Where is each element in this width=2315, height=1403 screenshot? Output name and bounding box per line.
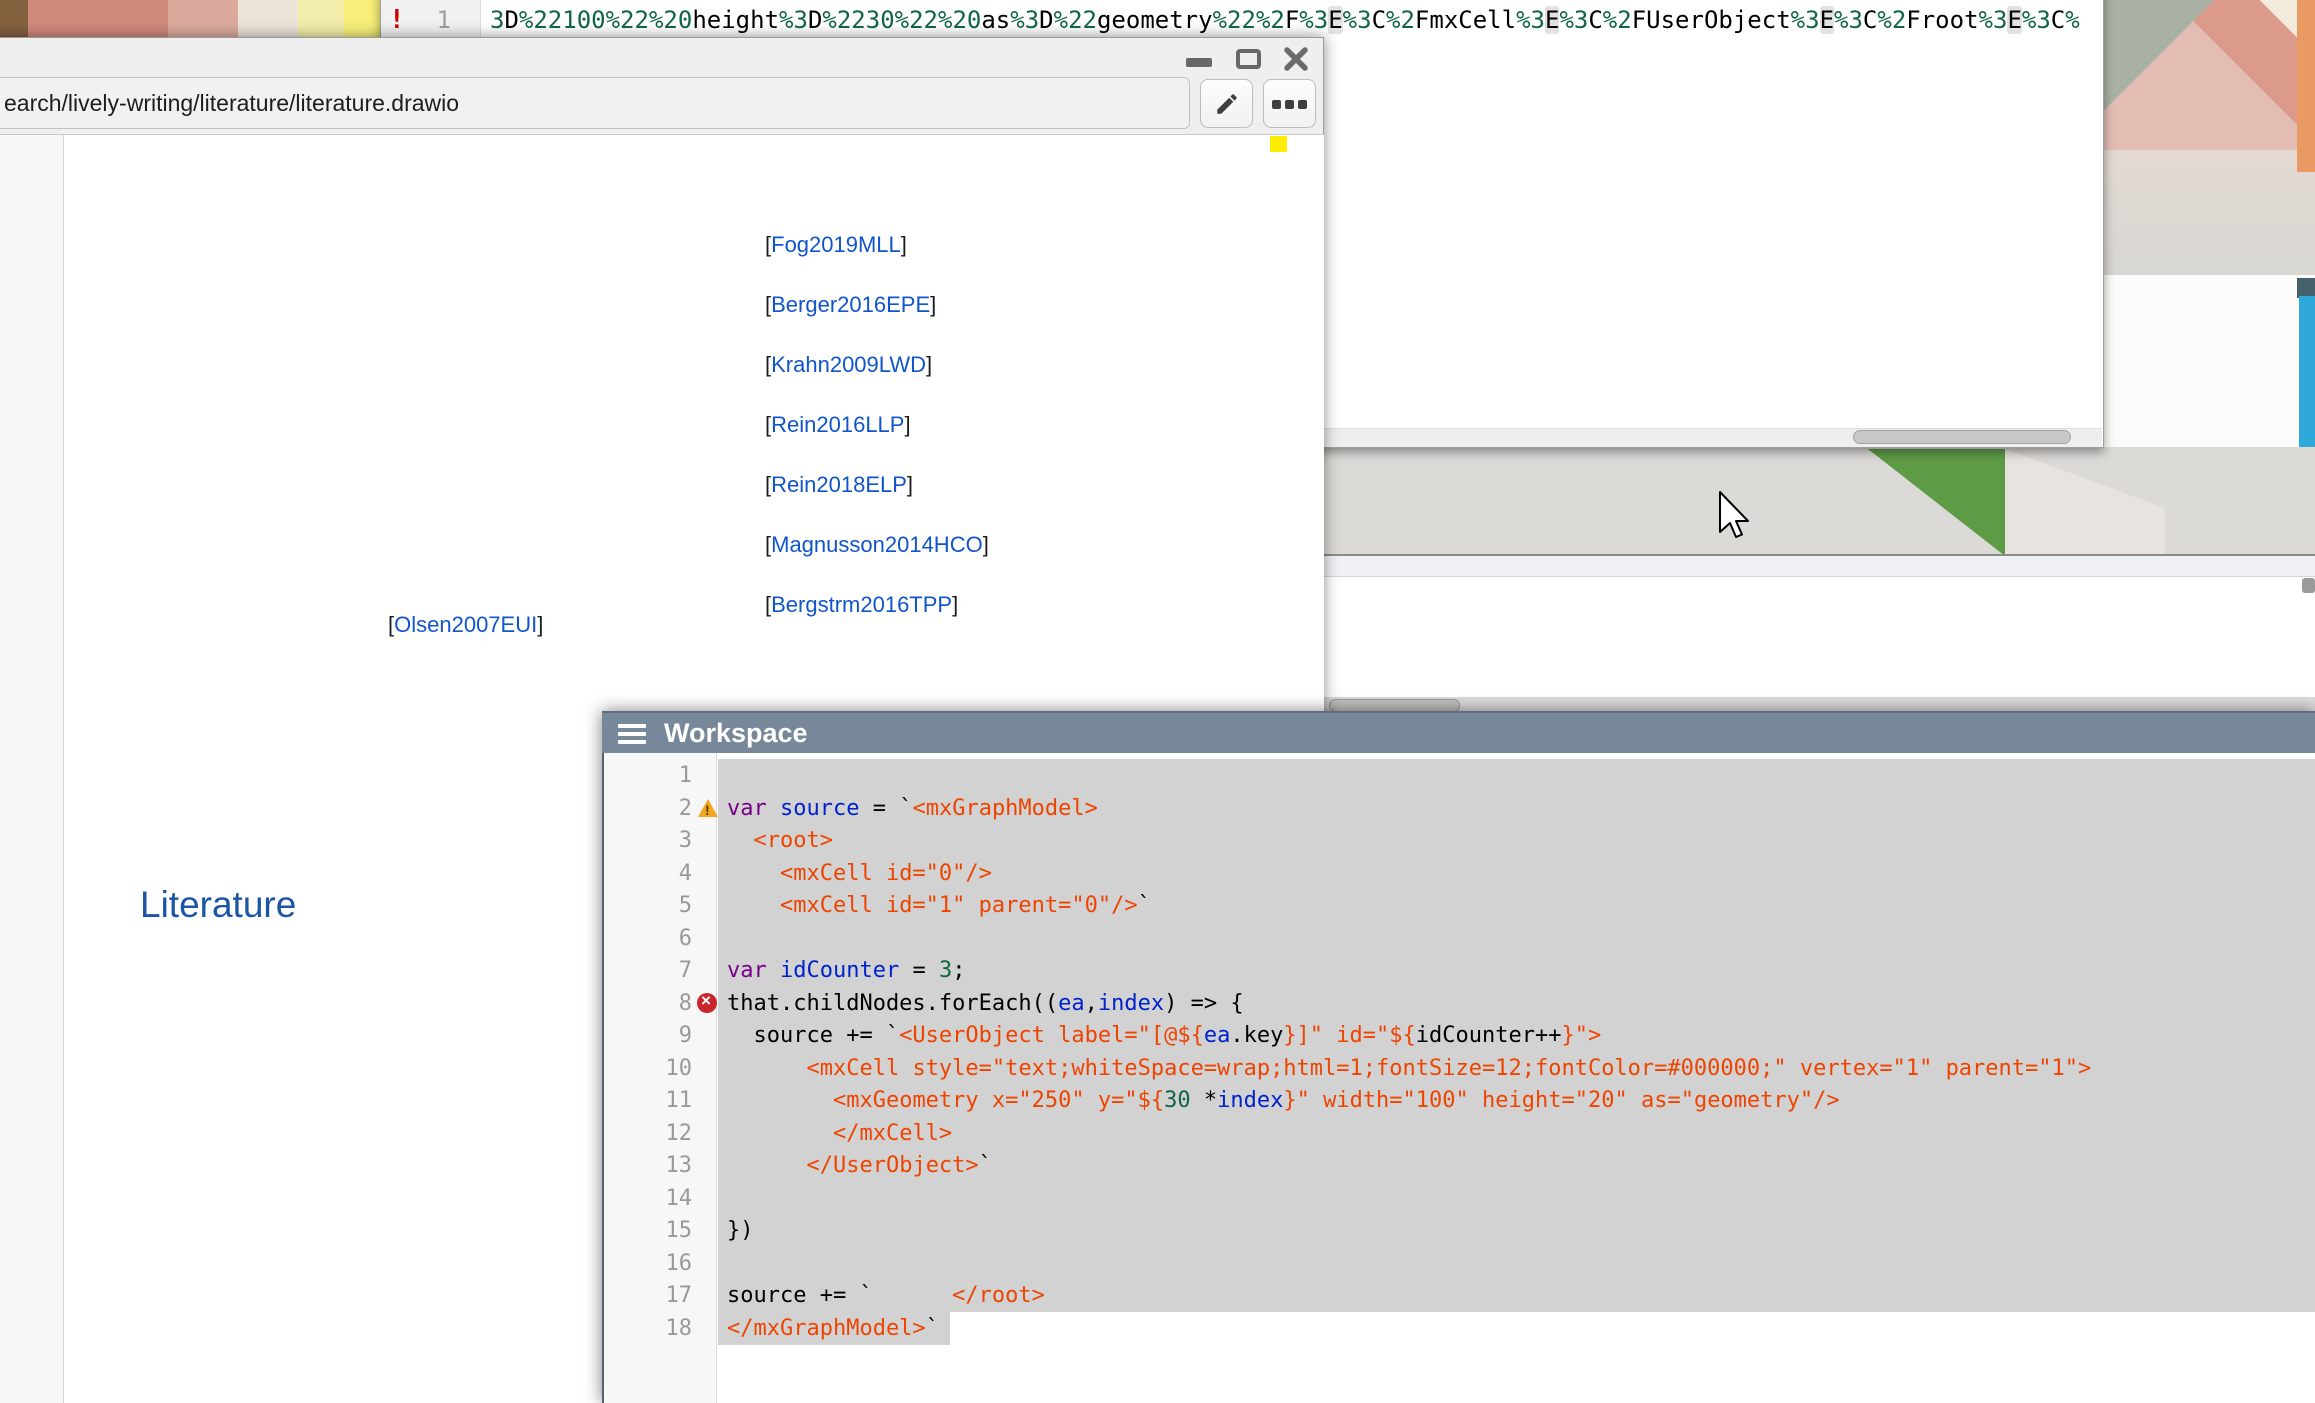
gutter-line-number: 17 (604, 1279, 692, 1312)
code-line[interactable]: <mxCell style="text;whiteSpace=wrap;html… (727, 1052, 2091, 1085)
gutter-line-number: 16 (604, 1247, 692, 1280)
warning-icon[interactable] (698, 799, 718, 817)
gutter-line-number: 8 (604, 987, 692, 1020)
gutter-line-number: 3 (604, 824, 692, 857)
workspace-window: Workspace 12var source = `<mxGraphModel>… (0, 0, 2315, 1403)
code-line[interactable]: var source = `<mxGraphModel> (727, 792, 1098, 825)
code-line[interactable]: var idCounter = 3; (727, 954, 965, 987)
code-line[interactable]: <mxCell id="0"/> (727, 857, 992, 890)
gutter-line-number: 11 (604, 1084, 692, 1117)
gutter-line-number: 4 (604, 857, 692, 890)
code-line[interactable]: <root> (727, 824, 833, 857)
code-line[interactable]: </mxCell> (727, 1117, 952, 1150)
error-icon[interactable] (697, 993, 717, 1013)
gutter-line-number: 5 (604, 889, 692, 922)
workspace-code-lines: 12var source = `<mxGraphModel>3 <root>4 … (0, 0, 2315, 1403)
desktop: ! 1 3D%22100%22%20height%3D%2230%22%20as… (0, 0, 2315, 1403)
mouse-cursor-icon (1718, 490, 1754, 544)
code-line[interactable]: }) (727, 1214, 754, 1247)
code-line[interactable]: that.childNodes.forEach((ea,index) => { (727, 987, 1244, 1020)
gutter-line-number: 10 (604, 1052, 692, 1085)
gutter-line-number: 2 (604, 792, 692, 825)
code-line[interactable]: <mxCell id="1" parent="0"/>` (727, 889, 1151, 922)
gutter-line-number: 13 (604, 1149, 692, 1182)
gutter-line-number: 7 (604, 954, 692, 987)
code-line[interactable]: <mxGeometry x="250" y="${30 *index}" wid… (727, 1084, 1840, 1117)
gutter-line-number: 1 (604, 759, 692, 792)
gutter-line-number: 9 (604, 1019, 692, 1052)
gutter-line-number: 15 (604, 1214, 692, 1247)
gutter-line-number: 18 (604, 1312, 692, 1345)
code-line[interactable]: source += ` </root> (727, 1279, 1045, 1312)
gutter-line-number: 6 (604, 922, 692, 955)
code-line[interactable]: </mxGraphModel>` (727, 1312, 939, 1345)
gutter-line-number: 14 (604, 1182, 692, 1215)
code-line[interactable]: </UserObject>` (727, 1149, 992, 1182)
gutter-line-number: 12 (604, 1117, 692, 1150)
code-line[interactable]: source += `<UserObject label="[@${ea.key… (727, 1019, 1601, 1052)
